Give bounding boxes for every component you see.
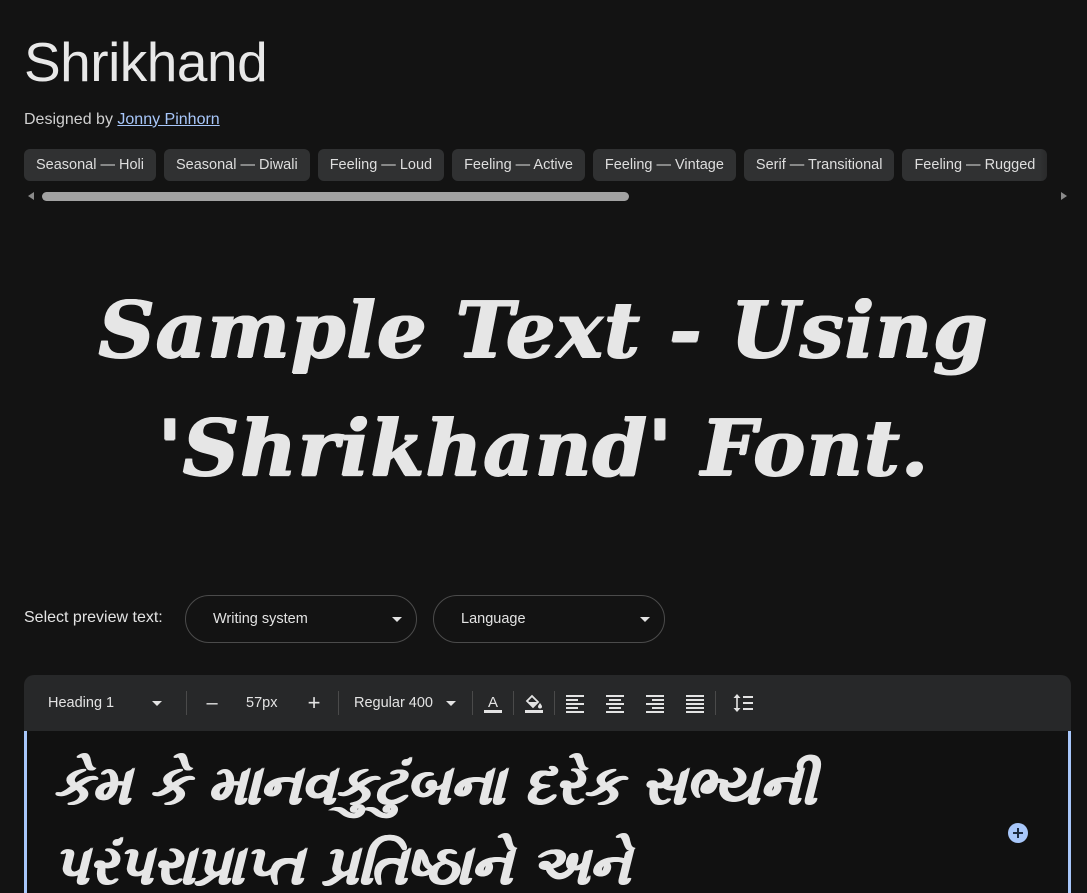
font-weight-value: Regular 400 [354,695,433,711]
sample-text-line-1: Sample Text - Using [98,285,989,376]
writing-system-value: Writing system [213,611,308,627]
scroll-right-arrow-icon[interactable] [1061,192,1067,200]
page-title: Shrikhand [24,31,268,93]
toolbar-divider [186,691,187,715]
font-size-value[interactable]: 57px [246,675,286,731]
dropdown-caret-icon [446,701,456,706]
writing-system-select[interactable]: Writing system [185,595,417,643]
style-value: Heading 1 [48,695,115,711]
editor-text[interactable]: કેમ કે માનવકુટુંબના દરેક સભ્યની પરંપરાપ્… [53,745,953,893]
increase-size-button[interactable]: + [304,675,324,731]
dropdown-caret-icon [392,617,402,622]
sample-text-line-2: 'Shrikhand' Font. [157,403,930,494]
designer-line: Designed by Jonny Pinhorn [24,111,220,129]
toolbar-divider [715,691,716,715]
language-select[interactable]: Language [433,595,665,643]
designer-link[interactable]: Jonny Pinhorn [117,111,219,128]
decrease-size-button[interactable]: – [202,675,222,731]
add-block-icon[interactable] [1008,823,1028,843]
tag-list: Seasonal — Holi Seasonal — Diwali Feelin… [24,149,1064,182]
toolbar-divider [513,691,514,715]
tag-scrollbar[interactable] [24,190,1071,203]
tag-list-fade [1040,149,1070,182]
designed-by-label: Designed by [24,111,113,128]
dropdown-caret-icon [152,701,162,706]
sample-text: Sample Text - Using 'Shrikhand' Font. [40,272,1047,508]
dropdown-caret-icon [640,617,650,622]
tag-chip[interactable]: Serif — Transitional [743,149,895,181]
text-color-icon[interactable]: A [481,691,505,715]
align-right-icon[interactable] [643,691,667,715]
tag-chip[interactable]: Feeling — Loud [317,149,445,181]
scrollbar-thumb[interactable] [42,192,629,201]
align-justify-icon[interactable] [683,691,707,715]
style-select[interactable]: Heading 1 [48,675,168,731]
editor-line-2: પરંપરાપ્રાપ્ત પ્રતિષ્ઠાને અને [53,833,631,893]
tag-chip[interactable]: Feeling — Rugged [902,149,1048,181]
fill-color-icon[interactable] [522,691,546,715]
tag-chip[interactable]: Feeling — Active [452,149,585,181]
align-center-icon[interactable] [603,691,627,715]
tag-chip[interactable]: Seasonal — Holi [24,149,156,181]
preview-editor[interactable]: કેમ કે માનવકુટુંબના દરેક સભ્યની પરંપરાપ્… [24,731,1071,893]
tag-chip[interactable]: Feeling — Vintage [592,149,736,181]
scroll-left-arrow-icon[interactable] [28,192,34,200]
toolbar-divider [338,691,339,715]
font-weight-select[interactable]: Regular 400 [354,675,464,731]
svg-text:A: A [488,694,498,711]
line-height-icon[interactable] [731,691,755,715]
toolbar-divider [554,691,555,715]
preview-text-label: Select preview text: [24,609,163,626]
tag-chip[interactable]: Seasonal — Diwali [164,149,310,181]
toolbar-divider [472,691,473,715]
editor-toolbar: Heading 1 – 57px + Regular 400 A [24,675,1071,731]
align-left-icon[interactable] [563,691,587,715]
editor-line-1: કેમ કે માનવકુટુંબના દરેક સભ્યની [53,753,817,817]
language-value: Language [461,611,526,627]
